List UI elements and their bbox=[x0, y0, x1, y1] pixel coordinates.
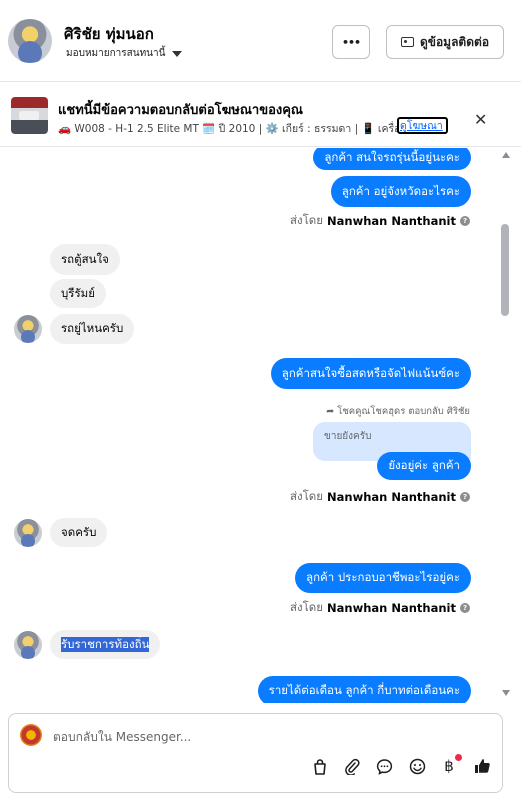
more-options-button[interactable]: ••• bbox=[332, 25, 370, 59]
sent-by-label: ส่งโดย Nanwhan Nanthanit ? bbox=[290, 488, 470, 506]
customer-avatar bbox=[14, 519, 42, 547]
view-contact-label: ดูข้อมูลติดต่อ bbox=[419, 34, 490, 49]
sent-by-label: ส่งโดย Nanwhan Nanthanit ? bbox=[290, 599, 470, 617]
customer-avatar bbox=[14, 315, 42, 343]
message-thread[interactable]: ลูกค้า สนใจรถรุ่นนี้อยู่นะคะ ลูกค้า อยู่… bbox=[0, 148, 500, 703]
id-card-icon bbox=[400, 37, 414, 47]
outgoing-message: ยังอยู่ค่ะ ลูกค้า bbox=[377, 452, 471, 480]
page-avatar bbox=[20, 724, 42, 746]
reply-composer bbox=[8, 713, 503, 793]
customer-name: ศิริชัย ทุ่มนอก bbox=[64, 25, 154, 43]
outgoing-message: ลูกค้า อยู่จังหวัดอะไรคะ bbox=[330, 176, 471, 207]
incoming-message: จดครับ bbox=[50, 518, 108, 547]
thumbs-up-icon[interactable] bbox=[471, 755, 493, 777]
caret-down-icon bbox=[172, 50, 183, 57]
scroll-thumb[interactable] bbox=[501, 224, 509, 316]
ad-reply-banner: แชทนี้มีข้อความตอบกลับต่อโฆษณาของคุณ 🚗 W… bbox=[0, 83, 521, 147]
ad-thumbnail bbox=[11, 97, 48, 134]
incoming-message: รับราชการท้องถิ่น bbox=[50, 630, 161, 659]
incoming-message: รถยู่ไหนครับ bbox=[50, 314, 135, 344]
info-icon[interactable]: ? bbox=[460, 216, 470, 226]
notification-dot bbox=[455, 754, 462, 761]
assign-label: มอบหมายการสนทนานี้ bbox=[66, 48, 166, 59]
outgoing-message: รายได้ต่อเดือน ลูกค้า กี่บาทต่อเดือนคะ bbox=[257, 676, 471, 703]
view-ad-link[interactable]: ดูโฆษณา bbox=[397, 117, 448, 134]
paperclip-icon[interactable] bbox=[341, 755, 363, 777]
sent-by-label: ส่งโดย Nanwhan Nanthanit ? bbox=[290, 212, 470, 230]
reply-context: ➦ โชคคูณโชคฮุดร ตอบกลับ ศิริชัย bbox=[326, 406, 470, 417]
chat-bubble-icon[interactable] bbox=[373, 755, 395, 777]
selected-text: รับราชการท้องถิ่น bbox=[61, 636, 150, 653]
assign-conversation-dropdown[interactable]: มอบหมายการสนทนานี้ bbox=[66, 46, 183, 61]
outgoing-message: ลูกค้า สนใจรถรุ่นนี้อยู่นะคะ bbox=[313, 148, 471, 170]
outgoing-message: ลูกค้า ประกอบอาชีพอะไรอยู่คะ bbox=[295, 563, 471, 593]
incoming-message: บุรีรัมย์ bbox=[50, 279, 106, 308]
scroll-down-arrow-icon[interactable] bbox=[502, 690, 510, 696]
more-dots-icon: ••• bbox=[341, 35, 361, 49]
scroll-up-arrow-icon[interactable] bbox=[502, 152, 510, 158]
customer-avatar[interactable] bbox=[8, 19, 52, 63]
outgoing-message: ลูกค้าสนใจซื้อสดหรือจัดไฟแน้นซ์คะ bbox=[270, 358, 471, 389]
reply-input[interactable] bbox=[53, 726, 473, 748]
bag-icon[interactable] bbox=[309, 755, 331, 777]
info-icon[interactable]: ? bbox=[460, 492, 470, 502]
emoji-icon[interactable] bbox=[406, 755, 428, 777]
ad-details: 🚗 W008 - H-1 2.5 Elite MT 🗓️ ปี 2010 | ⚙… bbox=[58, 123, 416, 135]
ad-banner-title: แชทนี้มีข้อความตอบกลับต่อโฆษณาของคุณ bbox=[58, 103, 303, 118]
conversation-header: ศิริชัย ทุ่มนอก มอบหมายการสนทนานี้ ••• ด… bbox=[0, 0, 521, 82]
view-contact-button[interactable]: ดูข้อมูลติดต่อ bbox=[386, 25, 504, 59]
incoming-message: รถตู้สนใจ bbox=[50, 244, 120, 275]
reply-arrow-icon: ➦ bbox=[326, 406, 335, 417]
info-icon[interactable]: ? bbox=[460, 603, 470, 613]
close-icon[interactable]: ✕ bbox=[474, 110, 487, 129]
customer-avatar bbox=[14, 631, 42, 659]
